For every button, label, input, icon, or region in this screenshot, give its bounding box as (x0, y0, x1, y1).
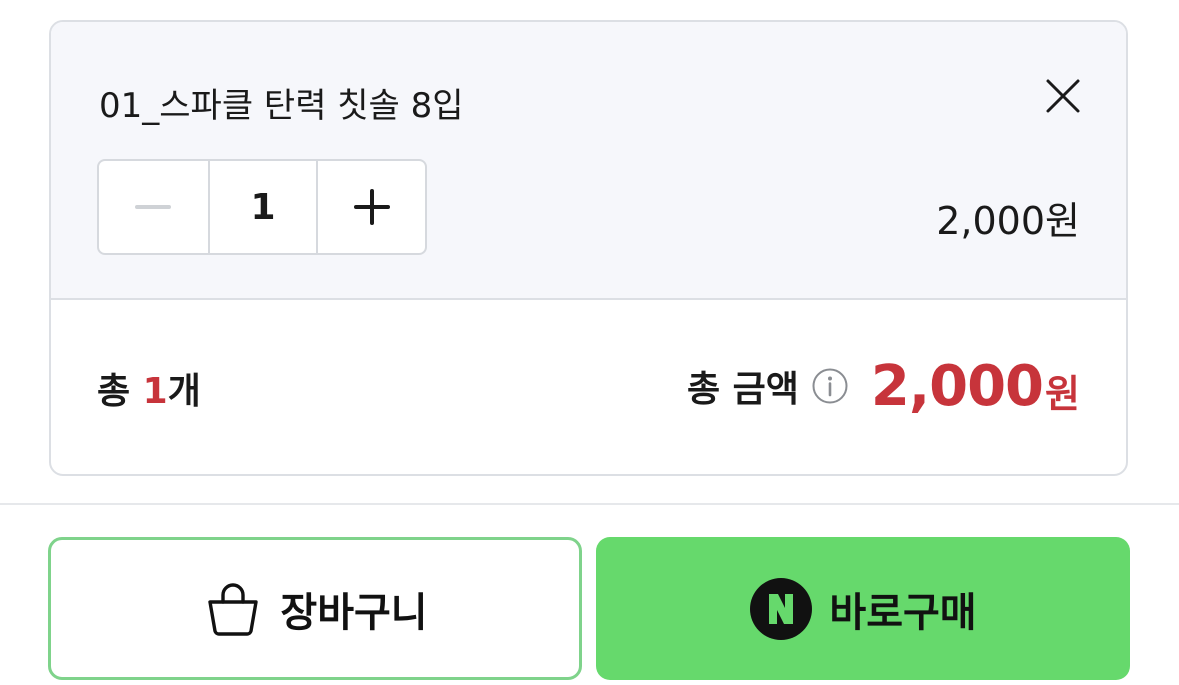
increase-button[interactable] (316, 161, 425, 253)
quantity-value-field[interactable]: 1 (207, 161, 317, 253)
quantity-stepper: 1 (97, 159, 427, 255)
total-count-value: 1 (142, 371, 168, 412)
info-icon[interactable] (811, 367, 849, 405)
decrease-button[interactable] (99, 161, 208, 253)
close-icon (1046, 79, 1080, 113)
selected-option-card: 01_스파클 탄력 칫솔 8입 1 2,000원 총 1개 총 금액 2,000… (49, 20, 1128, 476)
total-count: 총 1개 (97, 362, 201, 414)
minus-icon (135, 205, 172, 209)
add-to-cart-button[interactable]: 장바구니 (48, 537, 582, 680)
buy-now-label: 바로구매 (829, 589, 977, 636)
total-summary: 총 1개 총 금액 2,000 원 (51, 300, 1126, 474)
buy-now-button[interactable]: 바로구매 (596, 537, 1130, 680)
total-count-prefix: 총 (97, 371, 143, 412)
option-price: 2,000원 (936, 199, 1080, 243)
option-name: 01_스파클 탄력 칫솔 8입 (99, 86, 464, 126)
total-amount-unit: 원 (1045, 371, 1080, 416)
shopping-bag-icon (208, 582, 259, 636)
add-to-cart-label: 장바구니 (280, 589, 428, 636)
plus-icon (353, 189, 390, 225)
option-panel: 01_스파클 탄력 칫솔 8입 1 2,000원 (51, 22, 1126, 300)
remove-option-button[interactable] (1041, 74, 1085, 118)
naver-n-icon (750, 577, 813, 640)
divider (0, 503, 1179, 505)
total-amount-label: 총 금액 (686, 369, 799, 410)
total-count-suffix: 개 (167, 371, 201, 412)
total-amount: 총 금액 2,000 원 (687, 346, 1080, 426)
total-amount-value: 2,000 (870, 353, 1044, 419)
quantity-value: 1 (250, 186, 276, 228)
